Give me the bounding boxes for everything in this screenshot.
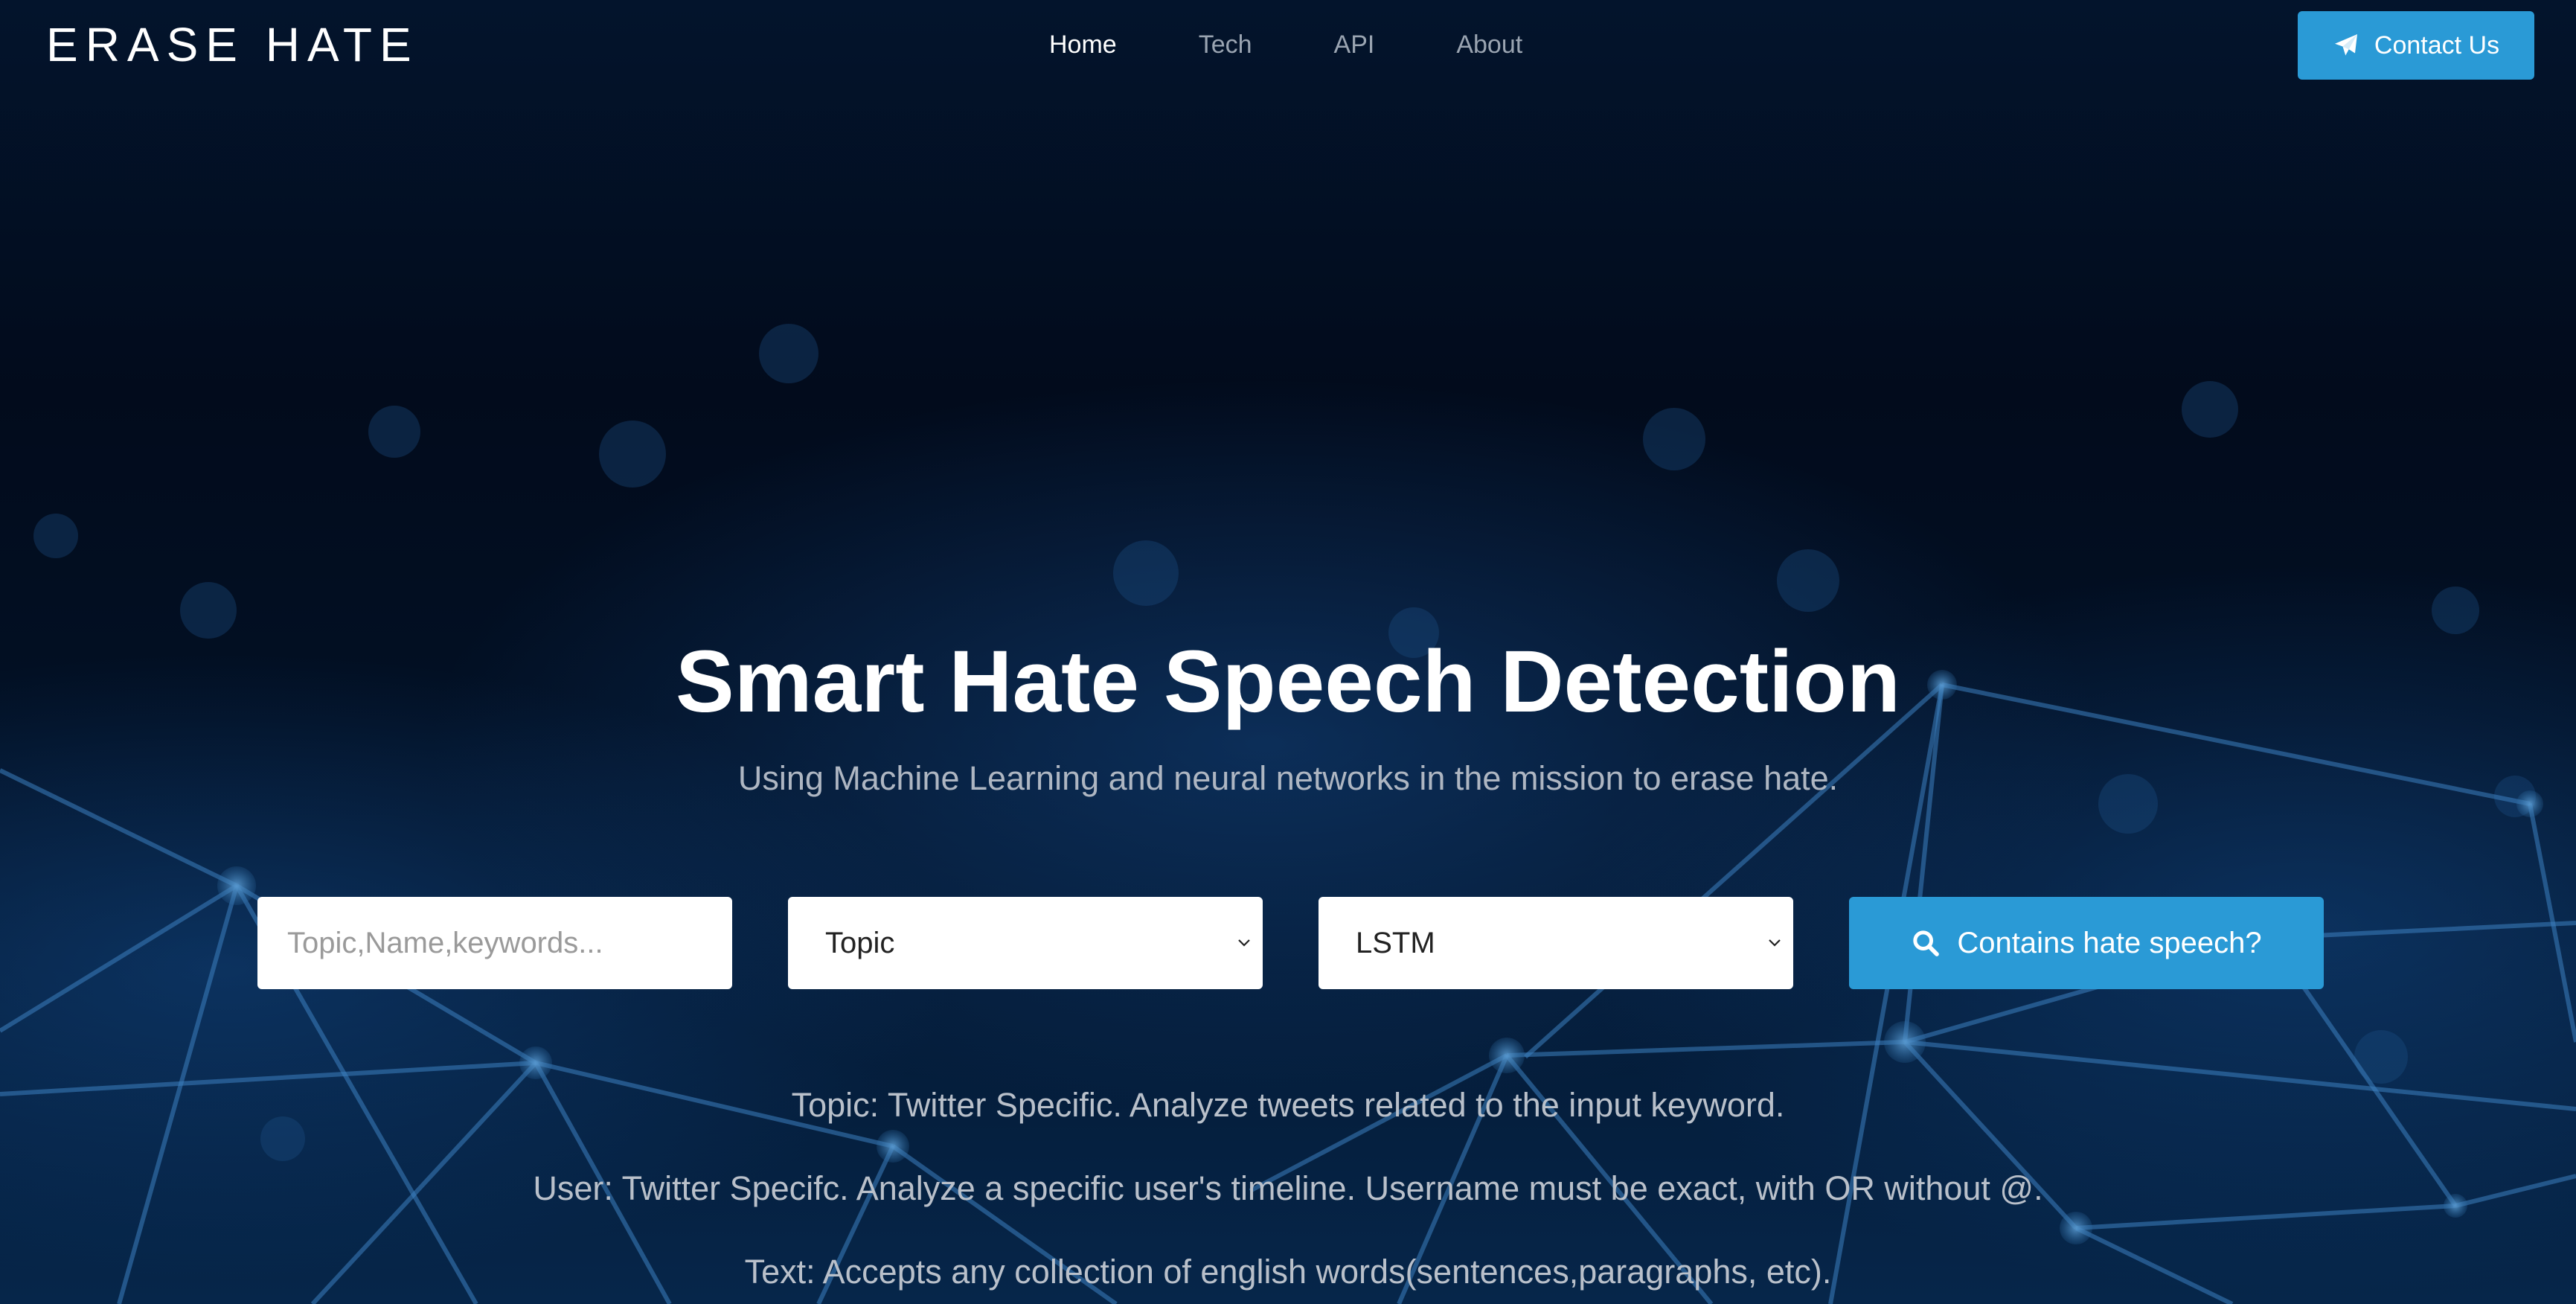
detect-hate-speech-button[interactable]: Contains hate speech? (1849, 897, 2324, 989)
chevron-down-icon (1238, 939, 1250, 947)
info-user: User: Twitter Specifc. Analyze a specifi… (533, 1169, 2043, 1207)
nav-tech[interactable]: Tech (1199, 27, 1252, 63)
search-input[interactable] (287, 926, 704, 960)
paper-plane-icon (2334, 34, 2357, 56)
hero-title: Smart Hate Speech Detection (676, 633, 1900, 731)
main-nav: Home Tech API About (1049, 27, 1522, 63)
nav-home[interactable]: Home (1049, 27, 1117, 63)
hero-subtitle: Using Machine Learning and neural networ… (737, 759, 1839, 797)
brand-logo[interactable]: ERASE HATE (46, 16, 419, 73)
contact-us-button[interactable]: Contact Us (2298, 11, 2534, 80)
info-topic: Topic: Twitter Specific. Analyze tweets … (791, 1086, 1785, 1124)
search-input-wrapper (257, 897, 732, 989)
header: ERASE HATE Home Tech API About Contact U… (0, 0, 2576, 91)
nav-about[interactable]: About (1456, 27, 1522, 63)
page: ERASE HATE Home Tech API About Contact U… (0, 0, 2576, 1304)
mode-select-value: Topic (825, 926, 895, 959)
search-icon (1913, 930, 1940, 956)
nav-api[interactable]: API (1334, 27, 1375, 63)
chevron-down-icon (1769, 939, 1781, 947)
mode-select[interactable]: Topic (788, 897, 1263, 989)
info-text: Text: Accepts any collection of english … (744, 1253, 1832, 1291)
model-select[interactable]: LSTM (1319, 897, 1793, 989)
model-select-value: LSTM (1356, 926, 1435, 959)
detect-button-label: Contains hate speech? (1957, 926, 2262, 959)
contact-us-label: Contact Us (2374, 31, 2500, 60)
